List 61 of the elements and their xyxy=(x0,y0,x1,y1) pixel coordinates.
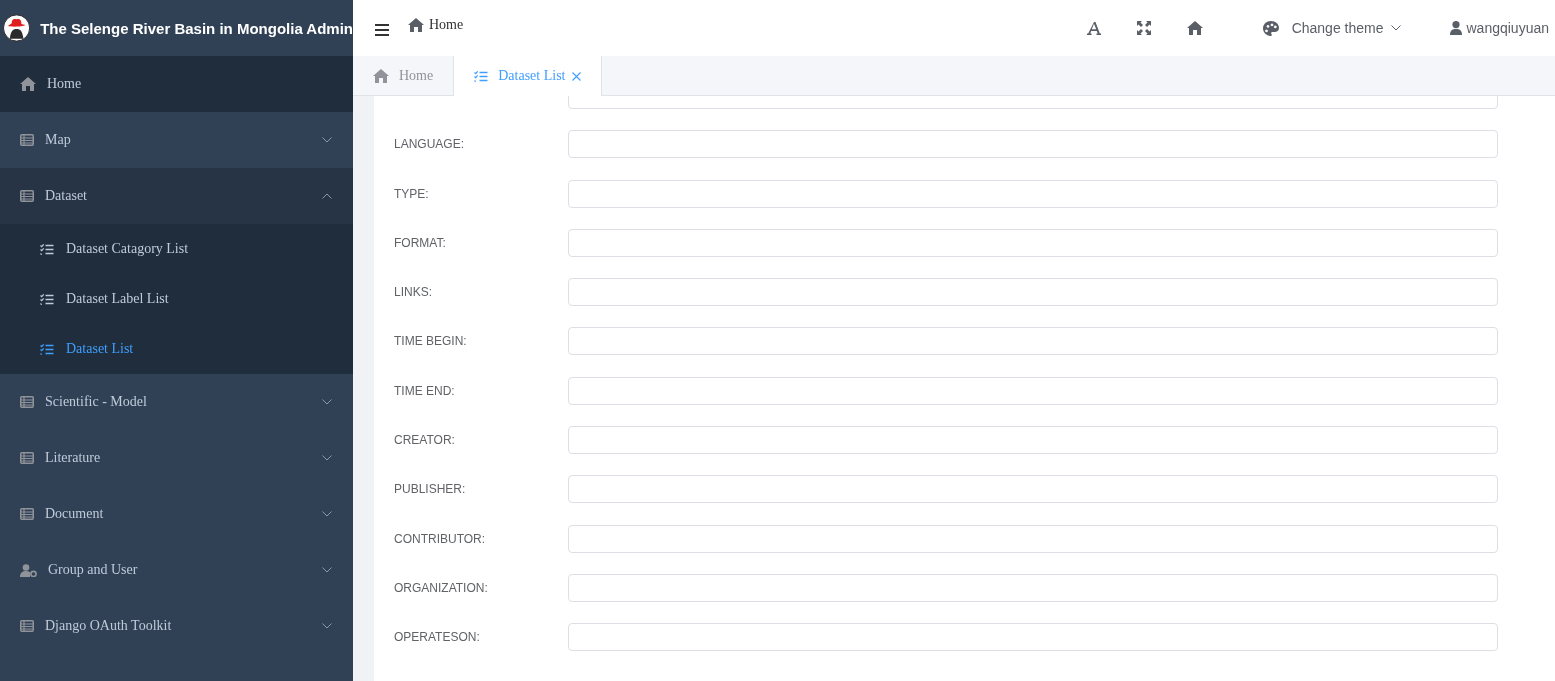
field-label: TIME BEGIN: xyxy=(394,334,468,349)
submenu-item[interactable]: Dataset Catagory List xyxy=(0,224,353,274)
table-icon xyxy=(20,508,34,520)
checklist-icon xyxy=(40,293,54,305)
chevron-down-icon xyxy=(322,399,332,405)
chevron-up-icon xyxy=(322,193,332,199)
table-icon xyxy=(20,452,34,464)
app-title: The Selenge River Basin in Mongolia Admin xyxy=(40,19,353,37)
palette-icon xyxy=(1262,20,1279,36)
chevron-down-icon xyxy=(322,623,332,629)
theme-dropdown[interactable]: Change theme xyxy=(1262,20,1402,36)
field-label: FORMAT: xyxy=(394,235,447,250)
close-icon xyxy=(572,71,582,81)
field-label: CREATOR: xyxy=(394,433,456,448)
field-label: ORGANIZATION: xyxy=(394,580,489,595)
input-field[interactable] xyxy=(568,130,1498,159)
input-field[interactable] xyxy=(568,179,1498,208)
input-field[interactable] xyxy=(568,228,1498,257)
field-label: OPERATESON: xyxy=(394,630,481,645)
chevron-down-icon xyxy=(322,455,332,461)
submenu-item[interactable]: Dataset List xyxy=(0,324,353,374)
user-menu[interactable]: wangqiuyuan xyxy=(1450,20,1549,36)
home-icon xyxy=(373,69,389,83)
field-label: LANGUAGE: xyxy=(394,137,466,152)
user-icon xyxy=(1450,21,1463,35)
menu-item[interactable]: Home xyxy=(0,56,353,112)
chevron-down-icon xyxy=(1391,25,1402,31)
fullscreen-icon xyxy=(1136,21,1151,35)
field-label: LINKS: xyxy=(394,285,433,300)
home-icon xyxy=(1186,21,1203,35)
field-label: PUBLISHER: xyxy=(394,482,467,497)
table-icon xyxy=(20,134,34,146)
logo-icon xyxy=(3,14,31,42)
checklist-icon xyxy=(40,343,54,355)
table-icon xyxy=(20,396,34,408)
menu-item[interactable]: Dataset xyxy=(0,168,353,224)
checklist-icon xyxy=(40,243,54,255)
input-field[interactable] xyxy=(568,475,1498,504)
user-gear-icon xyxy=(20,563,37,577)
checklist-icon xyxy=(474,70,489,82)
table-icon xyxy=(20,620,34,632)
home-icon xyxy=(20,77,36,91)
menu-icon xyxy=(375,23,389,36)
submenu-item[interactable]: Dataset Label List xyxy=(0,274,353,324)
chevron-down-icon xyxy=(322,137,332,143)
input-field[interactable] xyxy=(568,327,1498,356)
input-field[interactable] xyxy=(568,376,1498,405)
chevron-down-icon xyxy=(322,511,332,517)
input-field[interactable] xyxy=(568,573,1498,602)
input-field[interactable] xyxy=(568,426,1498,455)
font-size-icon xyxy=(1086,21,1101,35)
field-label: TYPE: xyxy=(394,186,430,201)
input-field[interactable] xyxy=(568,524,1498,553)
field-label: TIME END: xyxy=(394,383,456,398)
field-label: CONTRIBUTOR: xyxy=(394,531,487,546)
home-icon xyxy=(408,18,424,32)
input-field[interactable] xyxy=(568,278,1498,307)
input-field[interactable] xyxy=(568,623,1498,652)
breadcrumb-link[interactable]: Home xyxy=(408,17,464,33)
table-icon xyxy=(20,190,34,202)
chevron-down-icon xyxy=(322,567,332,573)
